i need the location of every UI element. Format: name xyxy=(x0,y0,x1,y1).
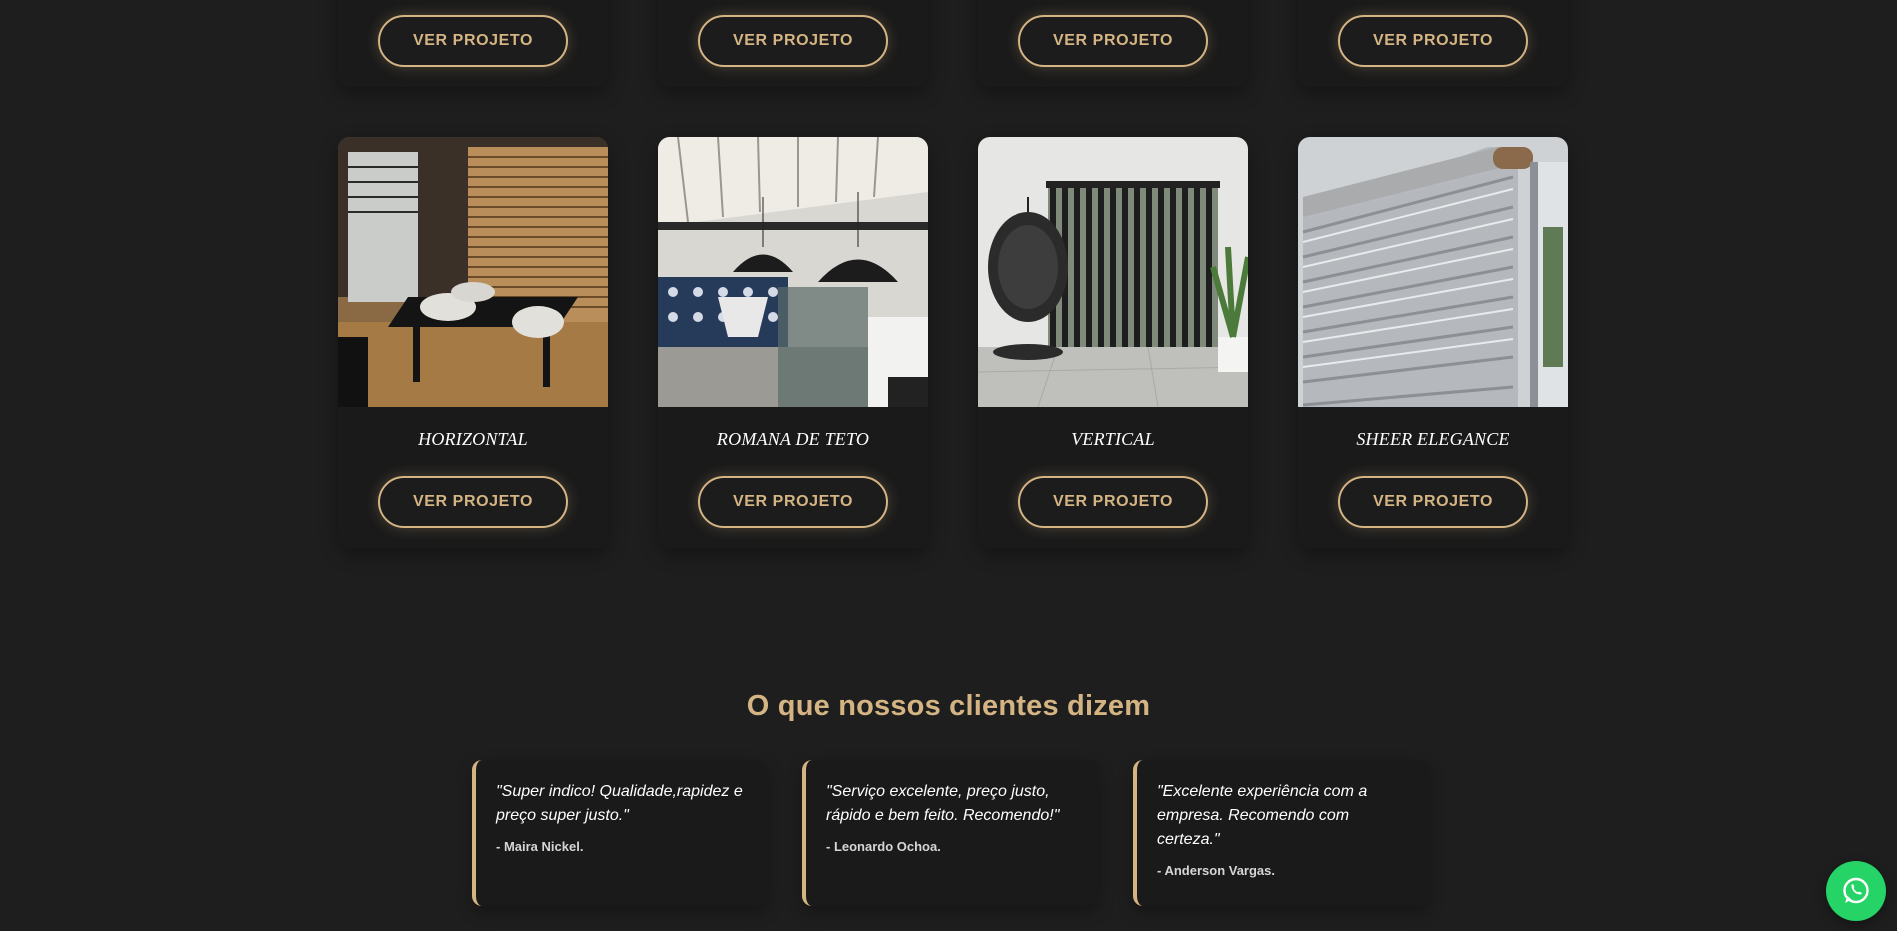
testimonial-card: "Serviço excelente, preço justo, rápido … xyxy=(802,760,1098,906)
ver-projeto-button[interactable]: VER PROJETO xyxy=(378,15,568,67)
project-title: VERTICAL xyxy=(1071,429,1155,449)
project-title: ROMANA DE TETO xyxy=(716,429,870,449)
testimonial-quote: "Super indico! Qualidade,rapidez e preço… xyxy=(496,783,743,824)
project-card-romana-de-teto: ROMANA DE TETO VER PROJETO xyxy=(658,137,928,548)
project-card: VER PROJETO xyxy=(1298,0,1568,87)
project-card: VER PROJETO xyxy=(978,0,1248,87)
ver-projeto-button[interactable]: VER PROJETO xyxy=(1338,15,1528,67)
horizontal-blinds-photo xyxy=(338,137,608,407)
vertical-blinds-photo xyxy=(978,137,1248,407)
testimonial-quote: "Serviço excelente, preço justo, rápido … xyxy=(826,783,1060,824)
project-card-sheer-elegance: SHEER ELEGANCE VER PROJETO xyxy=(1298,137,1568,548)
testimonials-heading: O que nossos clientes dizem xyxy=(746,690,1151,722)
testimonial-quote: "Excelente experiência com a empresa. Re… xyxy=(1157,783,1368,848)
whatsapp-button[interactable] xyxy=(1826,861,1886,921)
testimonial-card: "Excelente experiência com a empresa. Re… xyxy=(1133,760,1429,906)
project-title: HORIZONTAL xyxy=(418,429,528,449)
ver-projeto-button[interactable]: VER PROJETO xyxy=(698,476,888,528)
ver-projeto-button[interactable]: VER PROJETO xyxy=(698,15,888,67)
whatsapp-icon xyxy=(1843,877,1869,904)
page: VER PROJETO VER PROJETO VER PROJETO VER … xyxy=(0,0,1897,931)
sheer-elegance-blind-photo xyxy=(1298,137,1568,407)
testimonial-author: - Anderson Vargas. xyxy=(1157,863,1275,878)
project-card: VER PROJETO xyxy=(338,0,608,87)
testimonial-card: "Super indico! Qualidade,rapidez e preço… xyxy=(472,760,768,906)
project-title: SHEER ELEGANCE xyxy=(1356,429,1510,449)
project-card-horizontal: HORIZONTAL VER PROJETO xyxy=(338,137,608,548)
project-card: VER PROJETO xyxy=(658,0,928,87)
roman-ceiling-shade-photo xyxy=(658,137,928,407)
ver-projeto-button[interactable]: VER PROJETO xyxy=(1338,476,1528,528)
ver-projeto-button[interactable]: VER PROJETO xyxy=(1018,476,1208,528)
ver-projeto-button[interactable]: VER PROJETO xyxy=(378,476,568,528)
testimonial-author: - Leonardo Ochoa. xyxy=(826,839,941,854)
testimonial-author: - Maira Nickel. xyxy=(496,839,584,854)
ver-projeto-button[interactable]: VER PROJETO xyxy=(1018,15,1208,67)
project-card-vertical: VERTICAL VER PROJETO xyxy=(978,137,1248,548)
